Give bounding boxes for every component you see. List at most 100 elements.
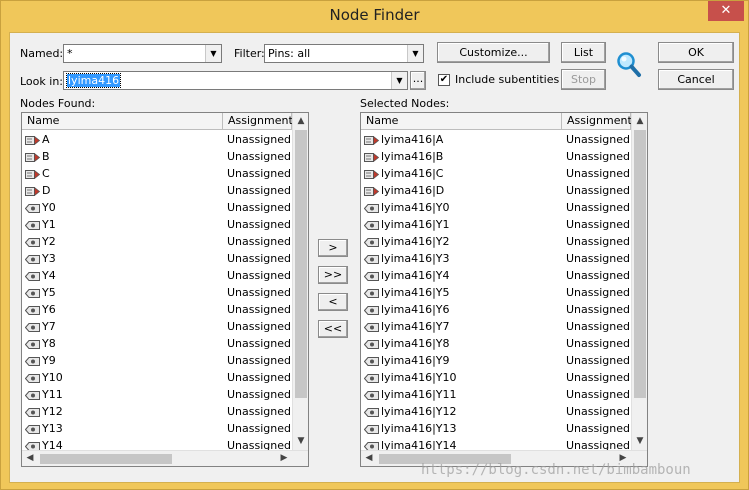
output-pin-icon [24,424,40,437]
node-name: lyima416|Y12 [381,405,457,418]
chevron-down-icon[interactable]: ▼ [391,72,407,89]
list-item[interactable]: lyima416|Y10 Unassigned [361,369,631,386]
scroll-up-icon[interactable]: ▲ [632,113,647,129]
list-item[interactable]: lyima416|Y5 Unassigned [361,284,631,301]
output-pin-icon [363,254,379,267]
output-pin-icon [24,407,40,420]
node-name: lyima416|B [381,150,444,163]
list-item[interactable]: lyima416|D Unassigned [361,182,631,199]
scrollbar-thumb[interactable] [40,454,172,464]
list-item[interactable]: lyima416|Y11 Unassigned [361,386,631,403]
list-item[interactable]: lyima416|A Unassigned [361,131,631,148]
scroll-right-icon[interactable]: ▶ [276,451,292,466]
scroll-down-icon[interactable]: ▼ [632,433,647,449]
scrollbar-thumb[interactable] [634,130,646,398]
list-item[interactable]: Y8 Unassigned [22,335,292,352]
node-name: lyima416|Y0 [381,201,450,214]
list-item[interactable]: lyima416|Y4 Unassigned [361,267,631,284]
column-header-assignments[interactable]: Assignments [223,113,299,130]
list-item[interactable]: Y3 Unassigned [22,250,292,267]
list-button[interactable]: List [561,42,606,63]
list-item[interactable]: lyima416|Y1 Unassigned [361,216,631,233]
list-item[interactable]: lyima416|C Unassigned [361,165,631,182]
nodes-found-list[interactable]: Name Assignments A Unassigned B Unassigned C… [21,112,309,467]
list-item[interactable]: Y12 Unassigned [22,403,292,420]
browse-button[interactable]: ... [410,71,426,90]
list-item[interactable]: lyima416|Y6 Unassigned [361,301,631,318]
ok-button[interactable]: OK [658,42,734,63]
scrollbar-thumb[interactable] [295,130,307,398]
node-name: lyima416|Y5 [381,286,450,299]
list-item[interactable]: Y10 Unassigned [22,369,292,386]
named-combo[interactable]: * ▼ [63,44,222,63]
selected-nodes-list[interactable]: Name Assignments lyima416|A Unassigned lyi… [360,112,648,467]
column-header-name[interactable]: Name [361,113,562,130]
title-bar[interactable]: Node Finder ✕ [1,1,748,31]
node-assignment: Unassigned [227,422,291,435]
output-pin-icon [363,322,379,335]
customize-button[interactable]: Customize... [437,42,550,63]
list-item[interactable]: Y5 Unassigned [22,284,292,301]
vertical-scrollbar[interactable]: ▲ ▼ [292,113,308,450]
list-item[interactable]: lyima416|Y9 Unassigned [361,352,631,369]
column-header-assignments[interactable]: Assignments [562,113,638,130]
look-in-value[interactable]: lyima416 [65,73,122,88]
horizontal-scrollbar[interactable]: ◀ ▶ [22,450,308,466]
stop-button[interactable]: Stop [561,69,606,90]
output-pin-icon [363,271,379,284]
list-item[interactable]: A Unassigned [22,131,292,148]
node-assignment: Unassigned [566,286,630,299]
list-item[interactable]: Y6 Unassigned [22,301,292,318]
node-name: Y10 [42,371,63,384]
list-item[interactable]: lyima416|Y13 Unassigned [361,420,631,437]
add-all-button[interactable]: >> [318,266,348,284]
list-item[interactable]: Y1 Unassigned [22,216,292,233]
list-item[interactable]: lyima416|Y2 Unassigned [361,233,631,250]
node-assignment: Unassigned [227,167,291,180]
list-item[interactable]: lyima416|Y0 Unassigned [361,199,631,216]
column-header-name[interactable]: Name [22,113,223,130]
vertical-scrollbar[interactable]: ▲ ▼ [631,113,647,450]
input-pin-icon [25,152,41,165]
list-item[interactable]: B Unassigned [22,148,292,165]
filter-combo[interactable]: Pins: all ▼ [264,44,424,63]
list-item[interactable]: C Unassigned [22,165,292,182]
node-assignment: Unassigned [227,201,291,214]
list-item[interactable]: lyima416|B Unassigned [361,148,631,165]
list-item[interactable]: D Unassigned [22,182,292,199]
input-pin-icon [25,186,41,199]
scroll-down-icon[interactable]: ▼ [293,433,308,449]
scroll-left-icon[interactable]: ◀ [361,451,377,466]
node-name: Y7 [42,320,56,333]
chevron-down-icon[interactable]: ▼ [407,45,423,62]
nodes-found-label: Nodes Found: [20,97,96,110]
list-item[interactable]: lyima416|Y12 Unassigned [361,403,631,420]
dialog-body: Named: * ▼ Filter: Pins: all ▼ Customize… [9,32,740,483]
node-finder-window: Node Finder ✕ Named: * ▼ Filter: Pins: a… [0,0,749,490]
list-item[interactable]: Y11 Unassigned [22,386,292,403]
look-in-combo[interactable]: lyima416 ▼ [63,71,408,90]
add-selected-button[interactable]: > [318,239,348,257]
node-name: Y13 [42,422,63,435]
list-item[interactable]: Y4 Unassigned [22,267,292,284]
list-item[interactable]: Y0 Unassigned [22,199,292,216]
remove-selected-button[interactable]: < [318,293,348,311]
output-pin-icon [363,373,379,386]
list-item[interactable]: Y13 Unassigned [22,420,292,437]
input-pin-icon [364,169,380,182]
list-item[interactable]: Y9 Unassigned [22,352,292,369]
list-item[interactable]: lyima416|Y8 Unassigned [361,335,631,352]
scroll-up-icon[interactable]: ▲ [293,113,308,129]
list-item[interactable]: lyima416|Y7 Unassigned [361,318,631,335]
node-assignment: Unassigned [566,235,630,248]
chevron-down-icon[interactable]: ▼ [205,45,221,62]
include-subentities-checkbox[interactable]: ✔ [438,74,450,86]
remove-all-button[interactable]: << [318,320,348,338]
cancel-button[interactable]: Cancel [658,69,734,90]
node-assignment: Unassigned [227,405,291,418]
scroll-left-icon[interactable]: ◀ [22,451,38,466]
list-item[interactable]: Y7 Unassigned [22,318,292,335]
close-button[interactable]: ✕ [708,1,744,21]
list-item[interactable]: lyima416|Y3 Unassigned [361,250,631,267]
list-item[interactable]: Y2 Unassigned [22,233,292,250]
